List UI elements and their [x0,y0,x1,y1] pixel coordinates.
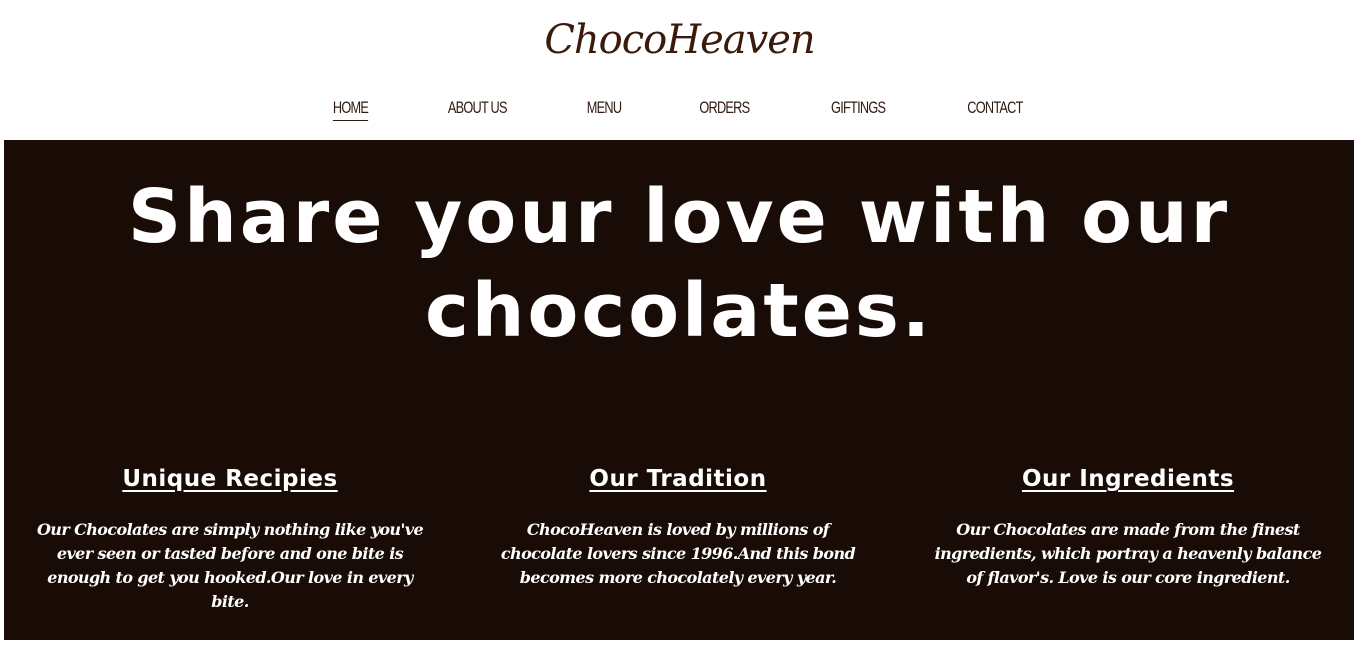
hero-section: Share your love with our chocolates. Uni… [4,140,1354,640]
main-nav: HOME ABOUT US MENU ORDERS GIFTINGS CONTA… [0,92,1359,124]
feature-our-ingredients: Our Ingredients Our Chocolates are made … [928,462,1328,590]
nav-item-home[interactable]: HOME [333,96,369,121]
hero-title: Share your love with our chocolates. [4,170,1354,358]
feature-heading: Our Ingredients [1021,466,1235,492]
feature-unique-recipies: Unique Recipies Our Chocolates are simpl… [30,462,430,614]
feature-text: Our Chocolates are simply nothing like y… [36,520,424,611]
hero-title-line-2: chocolates. [424,268,934,354]
nav-item-giftings[interactable]: GIFTINGS [831,94,886,122]
hero-title-line-1: Share your love with our [127,174,1231,260]
nav-item-about-us[interactable]: ABOUT US [448,94,508,122]
nav-item-contact[interactable]: CONTACT [967,94,1023,122]
feature-heading: Unique Recipies [122,466,338,492]
nav-item-orders[interactable]: ORDERS [699,94,750,122]
feature-text: ChocoHeaven is loved by millions of choc… [500,520,856,587]
feature-heading: Our Tradition [589,466,767,492]
nav-item-menu[interactable]: MENU [587,94,622,122]
site-header: ChocoHeaven HOME ABOUT US MENU ORDERS GI… [0,0,1359,140]
feature-text: Our Chocolates are made from the finest … [934,520,1322,587]
site-logo[interactable]: ChocoHeaven [0,14,1359,66]
feature-our-tradition: Our Tradition ChocoHeaven is loved by mi… [478,462,878,590]
